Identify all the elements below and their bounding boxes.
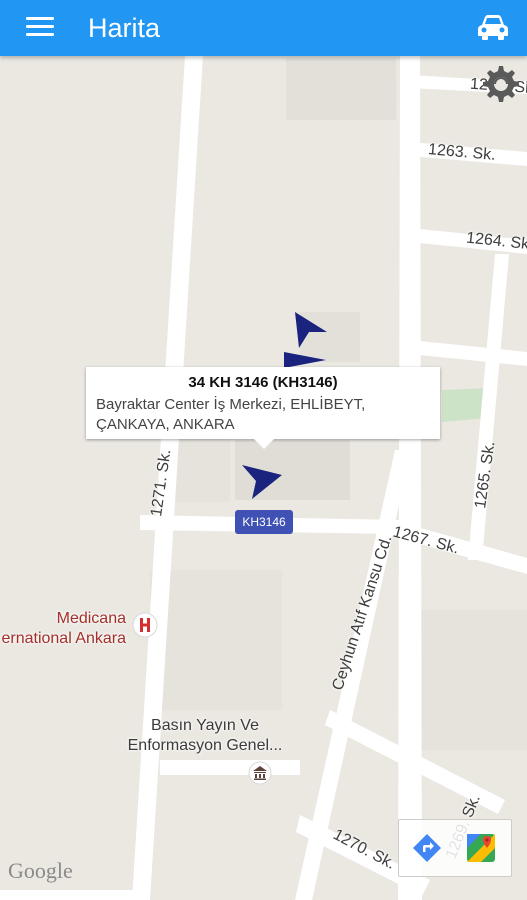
popup-address: Bayraktar Center İş Merkezi, EHLİBEYT, Ç…	[96, 396, 366, 433]
vehicle-info-popup[interactable]: 34 KH 3146 (KH3146) Bayraktar Center İş …	[86, 367, 440, 449]
vehicle-plate-badge[interactable]: KH3146	[235, 510, 293, 534]
directions-icon	[413, 834, 441, 862]
map-toolbar	[398, 819, 512, 877]
government-building-icon[interactable]	[248, 761, 272, 785]
poi-basin-line2: Enformasyon Genel...	[127, 737, 283, 754]
google-attribution: Google	[8, 858, 73, 883]
poi-basin-label[interactable]: Basın Yayın Ve Enformasyon Genel...	[120, 716, 290, 756]
page-title: Harita	[88, 13, 161, 43]
vehicle-marker-icon[interactable]	[289, 310, 331, 350]
poi-medicana-label[interactable]: Medicana ernational Ankara	[0, 609, 126, 649]
google-maps-icon	[467, 834, 495, 862]
hospital-icon[interactable]	[132, 612, 158, 638]
poi-medicana-line2: ernational Ankara	[1, 630, 126, 647]
selected-vehicle-marker-icon[interactable]	[240, 461, 284, 501]
open-google-maps-button[interactable]	[457, 824, 505, 872]
popup-title: 34 KH 3146 (KH3146)	[188, 374, 338, 391]
directions-button[interactable]	[403, 824, 451, 872]
poi-medicana-line1: Medicana	[56, 610, 126, 627]
map-view[interactable]: 1262. Sk. 1263. Sk. 1264. Sk. 1265. Sk. …	[0, 56, 527, 900]
gear-icon[interactable]	[477, 62, 521, 106]
app-bar: Harita	[0, 0, 527, 56]
poi-basin-line1: Basın Yayın Ve	[151, 717, 259, 734]
menu-icon[interactable]	[26, 14, 56, 40]
car-icon[interactable]	[476, 13, 510, 41]
